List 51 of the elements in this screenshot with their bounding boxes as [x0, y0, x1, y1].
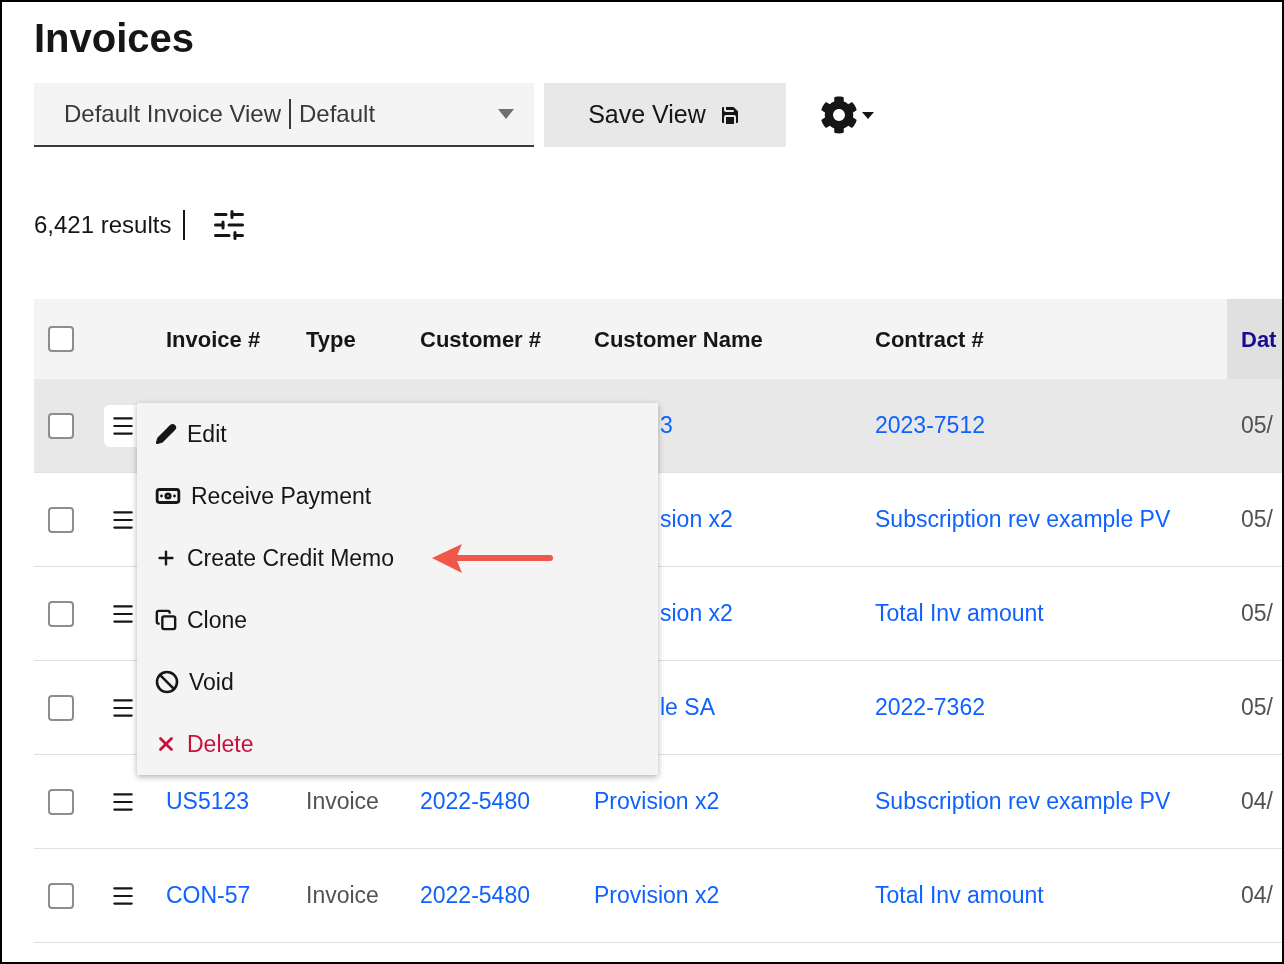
contract-link[interactable]: 2022-7362	[875, 694, 985, 721]
row-checkbox[interactable]	[48, 882, 74, 909]
copy-icon	[155, 609, 177, 631]
results-count: 6,421 results	[34, 210, 172, 240]
menu-item[interactable]: Void	[137, 651, 658, 713]
menu-item[interactable]: Clone	[137, 589, 658, 651]
table-cell: 05/	[1241, 600, 1273, 627]
customer-link[interactable]: 2022-5480	[420, 882, 530, 909]
caret-icon	[862, 111, 874, 119]
column-header[interactable]: Customer #	[420, 322, 542, 356]
customer-name-link[interactable]: le SA	[660, 694, 715, 721]
view-select[interactable]: Default Invoice View Default	[34, 83, 534, 147]
ban-icon	[155, 670, 179, 694]
customer-name-link[interactable]: sion x2	[660, 506, 733, 533]
row-checkbox[interactable]	[48, 412, 74, 439]
customer-link[interactable]: 2022-5480	[420, 788, 530, 815]
table-cell: Invoice	[306, 788, 379, 815]
column-header[interactable]: Type	[306, 322, 356, 356]
column-header[interactable]: Customer Name	[594, 322, 763, 356]
contract-link[interactable]: Subscription rev example PV	[875, 506, 1171, 533]
table-cell: 05/	[1241, 694, 1273, 721]
table-cell: 05/	[1241, 412, 1273, 439]
customer-name-link[interactable]: Provision x2	[594, 788, 720, 815]
contract-link[interactable]: 2023-7512	[875, 412, 985, 439]
row-checkbox[interactable]	[48, 600, 74, 627]
contract-link[interactable]: Subscription rev example PV	[875, 788, 1171, 815]
row-checkbox[interactable]	[48, 694, 74, 721]
page-title: Invoices	[34, 15, 196, 62]
invoice-link[interactable]: CON-57	[166, 882, 251, 909]
settings-icon	[820, 96, 858, 134]
row-checkbox[interactable]	[48, 788, 74, 815]
table-cell: 04/	[1241, 788, 1273, 815]
invoice-link[interactable]: US5123	[166, 788, 250, 815]
customer-name-link[interactable]: sion x2	[660, 600, 733, 627]
customer-name-link[interactable]: 3	[660, 412, 673, 439]
caret-icon	[498, 109, 514, 119]
row-checkbox[interactable]	[48, 506, 74, 533]
table-cell: 05/	[1241, 506, 1273, 533]
customer-name-link[interactable]: Provision x2	[594, 882, 720, 909]
contract-link[interactable]: Total Inv amount	[875, 600, 1044, 627]
table-cell: Invoice	[306, 882, 379, 909]
contract-link[interactable]: Total Inv amount	[875, 882, 1044, 909]
menu-item[interactable]: Delete	[137, 713, 658, 775]
column-header[interactable]: Invoice #	[166, 322, 261, 356]
settings-menu-button[interactable]	[820, 96, 874, 134]
table-cell: 04/	[1241, 882, 1273, 909]
row-checkbox[interactable]	[48, 326, 74, 352]
save-view-button[interactable]: Save View	[544, 83, 786, 147]
menu-item[interactable]: Edit	[137, 403, 658, 465]
pencil-icon	[155, 423, 177, 445]
column-header[interactable]: Contract #	[875, 322, 984, 356]
